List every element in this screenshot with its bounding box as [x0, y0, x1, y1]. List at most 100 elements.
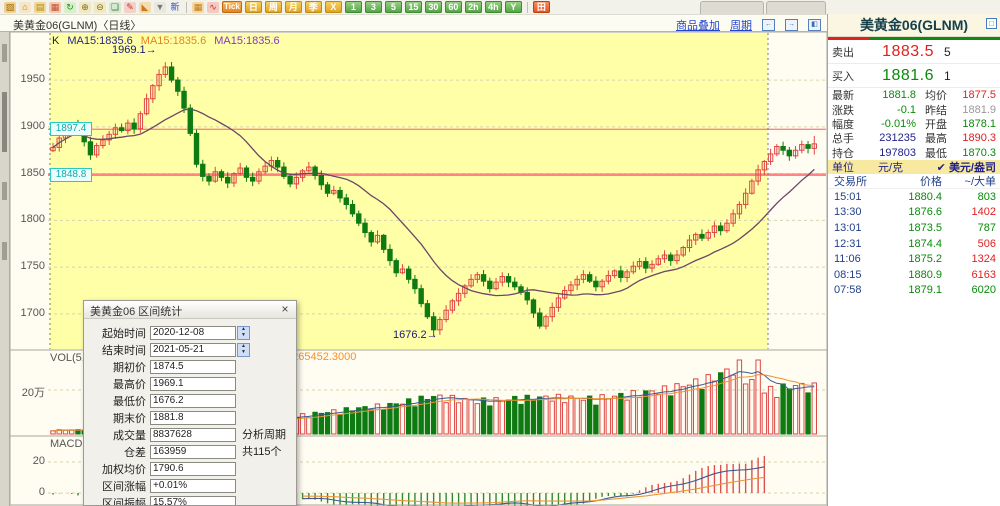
- field-input-start-time[interactable]: 2020-12-08: [150, 325, 236, 340]
- maximize-icon[interactable]: □: [986, 18, 997, 29]
- zoom-out-icon[interactable]: ⊖: [94, 1, 106, 13]
- trade-volume: 6020: [971, 284, 996, 297]
- stat-value: 197803: [879, 146, 916, 159]
- field-input-range-change[interactable]: +0.01%: [150, 478, 236, 493]
- period-button-5[interactable]: 5: [384, 1, 402, 13]
- stat-value: -0.01%: [881, 117, 916, 130]
- trade-row[interactable]: 11:06 1875.2 1324: [828, 251, 1000, 267]
- tick-period-button[interactable]: Tick: [222, 1, 242, 13]
- bidask-qty: 5: [944, 44, 951, 59]
- field-input-weighted-avg[interactable]: 1790.6: [150, 461, 236, 476]
- new-icon[interactable]: 新: [169, 2, 181, 13]
- strip-mark: [2, 182, 7, 200]
- open-folder-icon[interactable]: ▨: [4, 1, 16, 13]
- trade-row[interactable]: 15:01 1880.4 803: [828, 189, 1000, 205]
- trades-header: 交易所 价格 ~/大单: [828, 174, 1000, 189]
- layers-icon[interactable]: ❏: [109, 1, 121, 13]
- trade-time: 13:30: [834, 206, 862, 219]
- period-button-30[interactable]: 30: [424, 1, 442, 13]
- pane-left-icon[interactable]: ←: [762, 19, 775, 31]
- refresh-icon[interactable]: ↻: [64, 1, 76, 13]
- spinner-down-icon[interactable]: ▼: [238, 349, 249, 356]
- period-button-X[interactable]: X: [324, 1, 342, 13]
- field-input-end-time[interactable]: 2021-05-21: [150, 342, 236, 357]
- trade-time: 08:15: [834, 268, 862, 281]
- field-label-low-price: 最低价: [113, 395, 146, 408]
- trades-col-exchange: 交易所: [834, 175, 867, 188]
- strip-scroll-thumb[interactable]: [2, 92, 7, 152]
- pane-tab-2[interactable]: [766, 1, 826, 14]
- trades-list: 15:01 1880.4 803 13:30 1876.6 1402 13:01 1873.5…: [828, 189, 1000, 298]
- quote-symbol-title: 美黄金06(GLNM): [859, 17, 969, 33]
- trade-price: 1876.6: [908, 206, 942, 219]
- bidask-rows: 卖出 1883.5 5 买入 1881.6 1: [828, 40, 1000, 88]
- field-input-high-price[interactable]: 1969.1: [150, 376, 236, 391]
- dialog-field-row: 区间振幅 15.57%: [84, 494, 296, 505]
- grid-layout-button[interactable]: 田: [532, 1, 550, 13]
- period-button-Y[interactable]: Y: [504, 1, 522, 13]
- dialog-title: 美黄金06 区间统计: [90, 306, 183, 318]
- chart-card-icon[interactable]: ▦: [49, 1, 61, 13]
- field-input-volume[interactable]: 8837628: [150, 427, 236, 442]
- trade-row[interactable]: 12:31 1874.4 506: [828, 236, 1000, 252]
- period-button-3[interactable]: 3: [364, 1, 382, 13]
- dialog-field-row: 起始时间 2020-12-08 ▲ ▼: [84, 324, 296, 341]
- period-button-月[interactable]: 月: [284, 1, 302, 13]
- spinner-end-time[interactable]: ▲ ▼: [237, 342, 250, 357]
- bidask-row[interactable]: 卖出 1883.5 5: [828, 40, 1000, 64]
- layout-table-icon[interactable]: ▦: [192, 1, 204, 13]
- bidask-row[interactable]: 买入 1881.6 1: [828, 64, 1000, 88]
- stat-value: 1881.8: [882, 89, 916, 102]
- bidask-qty: 1: [944, 68, 951, 83]
- spinner-start-time[interactable]: ▲ ▼: [237, 325, 250, 340]
- colorbar-red: [828, 37, 870, 40]
- pane-right-icon[interactable]: →: [785, 19, 798, 31]
- close-icon[interactable]: ×: [279, 302, 291, 316]
- quote-stat-row: 总手 231235 最高 1890.3: [828, 131, 1000, 145]
- interval-statistics-dialog[interactable]: 美黄金06 区间统计 × 起始时间 2020-12-08 ▲ ▼ 结束时间 2021-05…: [83, 300, 297, 506]
- pane-tab-1[interactable]: [700, 1, 764, 14]
- dialog-field-row: 结束时间 2021-05-21 ▲ ▼: [84, 341, 296, 358]
- period-button-4h[interactable]: 4h: [484, 1, 502, 13]
- trade-row[interactable]: 13:01 1873.5 787: [828, 220, 1000, 236]
- period-button-15[interactable]: 15: [404, 1, 422, 13]
- filter-icon[interactable]: ▼: [154, 1, 166, 13]
- trade-volume: 787: [977, 221, 996, 234]
- spinner-down-icon[interactable]: ▼: [238, 332, 249, 339]
- overlay-link[interactable]: 商品叠加: [676, 17, 720, 33]
- field-label-weighted-avg: 加权均价: [102, 463, 146, 476]
- period-button-1[interactable]: 1: [344, 1, 362, 13]
- field-input-range-amplitude[interactable]: 15.57%: [150, 495, 236, 505]
- trade-time: 11:06: [834, 253, 861, 266]
- field-input-low-price[interactable]: 1676.2: [150, 393, 236, 408]
- period-button-季[interactable]: 季: [304, 1, 322, 13]
- period-button-2h[interactable]: 2h: [464, 1, 482, 13]
- zoom-in-icon[interactable]: ⊕: [79, 1, 91, 13]
- field-label-end-time: 结束时间: [102, 344, 146, 357]
- period-button-日[interactable]: 日: [244, 1, 262, 13]
- trade-row[interactable]: 08:15 1880.9 6163: [828, 267, 1000, 283]
- field-input-open-price[interactable]: 1874.5: [150, 359, 236, 374]
- trade-time: 12:31: [834, 237, 862, 250]
- analysis-period-label: 分析周期: [242, 429, 286, 441]
- period-button-60[interactable]: 60: [444, 1, 462, 13]
- home-icon[interactable]: ⌂: [19, 1, 31, 13]
- stat-value: 231235: [879, 132, 916, 145]
- trend-icon[interactable]: ∿: [207, 1, 219, 13]
- period-button-周[interactable]: 周: [264, 1, 282, 13]
- pane-split-icon[interactable]: ◧: [808, 19, 821, 31]
- unit-row[interactable]: 单位 元/克 ✔ 美元/盎司: [828, 159, 1000, 174]
- colorbar-green: [870, 37, 1000, 40]
- field-input-close-price[interactable]: 1881.8: [150, 410, 236, 425]
- left-tool-strip[interactable]: [0, 32, 10, 506]
- strip-mark: [2, 44, 7, 62]
- paint-icon[interactable]: ◣: [139, 1, 151, 13]
- trade-row[interactable]: 13:30 1876.6 1402: [828, 205, 1000, 221]
- coins-icon[interactable]: ▤: [34, 1, 46, 13]
- period-link[interactable]: 周期: [730, 17, 752, 33]
- dialog-title-bar[interactable]: 美黄金06 区间统计 ×: [84, 301, 296, 319]
- quote-colorbar: [828, 37, 1000, 40]
- field-input-oi-change[interactable]: 163959: [150, 444, 236, 459]
- trade-row[interactable]: 07:58 1879.1 6020: [828, 283, 1000, 299]
- draw-pencil-icon[interactable]: ✎: [124, 1, 136, 13]
